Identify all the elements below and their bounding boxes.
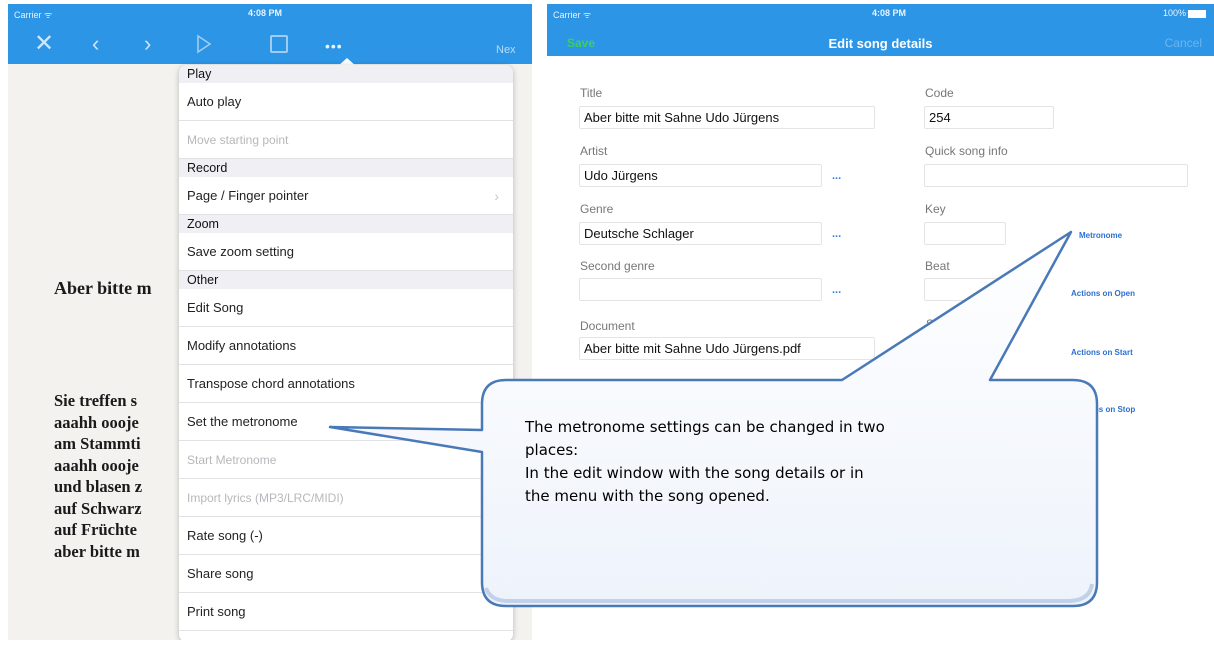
menu-item-set-metronome[interactable]: Set the metronome (179, 403, 513, 441)
artist-label: Artist (580, 144, 608, 158)
chevron-right-icon: › (494, 188, 499, 204)
document-field[interactable]: Aber bitte mit Sahne Udo Jürgens.pdf (579, 337, 875, 360)
carrier-label: Carrier ᯤ (14, 10, 53, 20)
carrier-label: Carrier ᯤ (553, 10, 592, 20)
callout-shadow (484, 583, 1094, 603)
second-genre-field[interactable] (579, 278, 822, 301)
menu-item-auto-play[interactable]: Auto play (179, 83, 513, 121)
genre-picker-button[interactable]: ... (832, 228, 841, 240)
song-title-text: Aber bitte m (54, 278, 152, 298)
callout-text: The metronome settings can be changed in… (525, 416, 1045, 508)
callout-line: the menu with the song opened. (525, 487, 770, 505)
partial-field-label: S (926, 317, 935, 331)
menu-section-play: Play (179, 65, 513, 83)
quick-info-label: Quick song info (925, 144, 1008, 158)
play-icon[interactable] (196, 34, 212, 54)
metronome-button[interactable]: Metronome (1079, 231, 1122, 240)
beat-field[interactable] (924, 278, 1006, 301)
genre-label: Genre (580, 202, 614, 216)
menu-section-zoom: Zoom (179, 215, 513, 233)
status-time: 4:08 PM (872, 8, 907, 18)
tutorial-figure: Carrier ᯤ 4:08 PM ✕ ‹ › ••• Nex Aber bit… (0, 0, 1214, 647)
cancel-button[interactable]: Cancel (1165, 36, 1202, 50)
edit-nav-bar: Carrier ᯤ 4:08 PM 100% Save Edit song de… (547, 4, 1214, 56)
genre-field[interactable]: Deutsche Schlager (579, 222, 822, 245)
lyric-line: auf Früchte (54, 520, 137, 539)
lyric-line: aaahh oooje (54, 412, 139, 432)
menu-item-transpose-chords[interactable]: Transpose chord annotations (179, 365, 513, 403)
more-icon[interactable]: ••• (325, 34, 343, 58)
title-field[interactable]: Aber bitte mit Sahne Udo Jürgens (579, 106, 875, 129)
menu-item-import-lyrics[interactable]: Import lyrics (MP3/LRC/MIDI) (179, 479, 513, 517)
song-view-screen: Carrier ᯤ 4:08 PM ✕ ‹ › ••• Nex Aber bit… (8, 4, 532, 640)
callout-line: The metronome settings can be changed in… (525, 418, 885, 436)
second-genre-label: Second genre (580, 259, 655, 273)
menu-item-move-starting-point[interactable]: Move starting point (179, 121, 513, 159)
close-icon[interactable]: ✕ (34, 32, 54, 56)
menu-section-other: Other (179, 271, 513, 289)
menu-item-print-song[interactable]: Print song (179, 593, 513, 631)
menu-item-rate-song[interactable]: Rate song (-) (179, 517, 513, 555)
lyric-line: Sie treffen s (54, 391, 138, 410)
status-time: 4:08 PM (248, 8, 283, 18)
forward-icon[interactable]: › (144, 32, 151, 56)
back-icon[interactable]: ‹ (92, 32, 99, 56)
menu-item-modify-annotations[interactable]: Modify annotations (179, 327, 513, 365)
menu-item-page-finger-pointer[interactable]: Page / Finger pointer › (179, 177, 513, 215)
battery-percent: 100% (1162, 8, 1186, 18)
menu-item-save-zoom[interactable]: Save zoom setting (179, 233, 513, 271)
battery-indicator: 100% (1163, 8, 1206, 18)
key-label: Key (925, 202, 946, 216)
menu-item-start-metronome[interactable]: Start Metronome (179, 441, 513, 479)
quick-info-field[interactable] (924, 164, 1188, 187)
lyric-line: aber bitte m (54, 541, 140, 561)
song-toolbar: Carrier ᯤ 4:08 PM ✕ ‹ › ••• Nex (8, 4, 532, 64)
lyric-line: auf Schwarz (54, 498, 142, 518)
lyrics-text: Sie treffen s aaahh oooje am Stammti aaa… (54, 390, 142, 562)
key-field[interactable] (924, 222, 1006, 245)
title-label: Title (580, 86, 603, 100)
callout-line: In the edit window with the song details… (525, 464, 864, 482)
lyric-line: aaahh oooje (54, 455, 139, 475)
menu-item-label: Page / Finger pointer (187, 188, 309, 203)
second-genre-picker-button[interactable]: ... (832, 284, 841, 296)
next-song-button[interactable]: Nex (496, 38, 516, 62)
page-title: Edit song details (828, 36, 933, 51)
callout-line: places: (525, 441, 579, 459)
actions-on-open-button[interactable]: Actions on Open (1071, 289, 1135, 298)
lyric-line: am Stammti (54, 434, 141, 453)
lyric-line: und blasen z (54, 477, 143, 496)
artist-picker-button[interactable]: ... (832, 170, 841, 182)
code-field[interactable]: 254 (924, 106, 1054, 129)
stop-icon[interactable] (270, 35, 288, 53)
document-label: Document (580, 319, 635, 333)
beat-label: Beat (925, 259, 950, 273)
code-label: Code (925, 86, 954, 100)
menu-item-share-song[interactable]: Share song (179, 555, 513, 593)
actions-on-stop-button[interactable]: ons on Stop (1089, 405, 1135, 414)
song-menu-popover: Play Auto play Move starting point Recor… (179, 65, 513, 640)
battery-icon (1188, 9, 1206, 18)
menu-section-record: Record (179, 159, 513, 177)
menu-item-edit-song[interactable]: Edit Song (179, 289, 513, 327)
artist-field[interactable]: Udo Jürgens (579, 164, 822, 187)
actions-on-start-button[interactable]: Actions on Start (1071, 348, 1133, 357)
